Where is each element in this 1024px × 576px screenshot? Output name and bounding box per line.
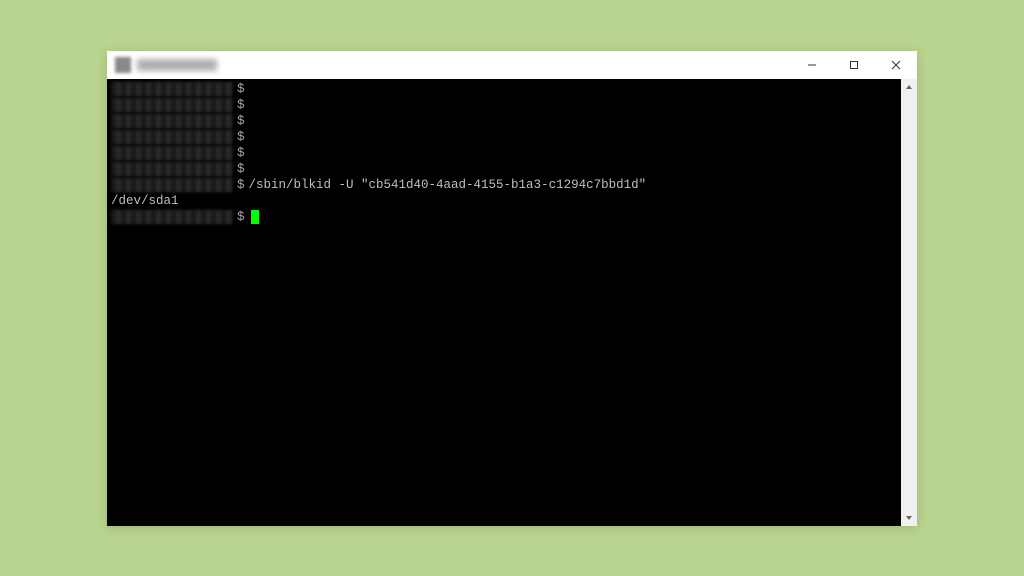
minimize-button[interactable] (791, 51, 833, 79)
terminal-line: $ (111, 81, 897, 97)
cursor-icon (251, 210, 259, 224)
redacted-host (111, 162, 233, 176)
terminal-line: $ (111, 97, 897, 113)
vertical-scrollbar[interactable] (901, 79, 917, 526)
redacted-host (111, 114, 233, 128)
terminal-line: $ (111, 161, 897, 177)
redacted-host (111, 130, 233, 144)
titlebar-left (115, 57, 217, 73)
close-button[interactable] (875, 51, 917, 79)
terminal-line: $ (111, 129, 897, 145)
command-text: /sbin/blkid -U "cb541d40-4aad-4155-b1a3-… (249, 177, 647, 193)
prompt-symbol: $ (237, 145, 245, 161)
redacted-host (111, 178, 233, 192)
terminal-body-wrap: $$$$$$$/sbin/blkid -U "cb541d40-4aad-415… (107, 79, 917, 526)
redacted-host (111, 210, 233, 224)
terminal-line: $ (111, 145, 897, 161)
app-icon (115, 57, 131, 73)
prompt-symbol: $ (237, 161, 245, 177)
scroll-down-arrow-icon[interactable] (901, 510, 917, 526)
redacted-host (111, 98, 233, 112)
output-line: /dev/sda1 (111, 193, 897, 209)
terminal-line: $/sbin/blkid -U "cb541d40-4aad-4155-b1a3… (111, 177, 897, 193)
prompt-symbol: $ (237, 81, 245, 97)
prompt-symbol: $ (237, 129, 245, 145)
current-prompt-line: $ (111, 209, 897, 225)
scroll-up-arrow-icon[interactable] (901, 79, 917, 95)
maximize-button[interactable] (833, 51, 875, 79)
window-title (137, 59, 217, 71)
terminal-body[interactable]: $$$$$$$/sbin/blkid -U "cb541d40-4aad-415… (107, 79, 901, 526)
terminal-line: $ (111, 113, 897, 129)
window-controls (791, 51, 917, 79)
redacted-host (111, 82, 233, 96)
redacted-host (111, 146, 233, 160)
terminal-window: $$$$$$$/sbin/blkid -U "cb541d40-4aad-415… (107, 51, 917, 526)
prompt-symbol: $ (237, 209, 245, 225)
prompt-symbol: $ (237, 97, 245, 113)
titlebar (107, 51, 917, 79)
prompt-symbol: $ (237, 113, 245, 129)
prompt-symbol: $ (237, 177, 245, 193)
